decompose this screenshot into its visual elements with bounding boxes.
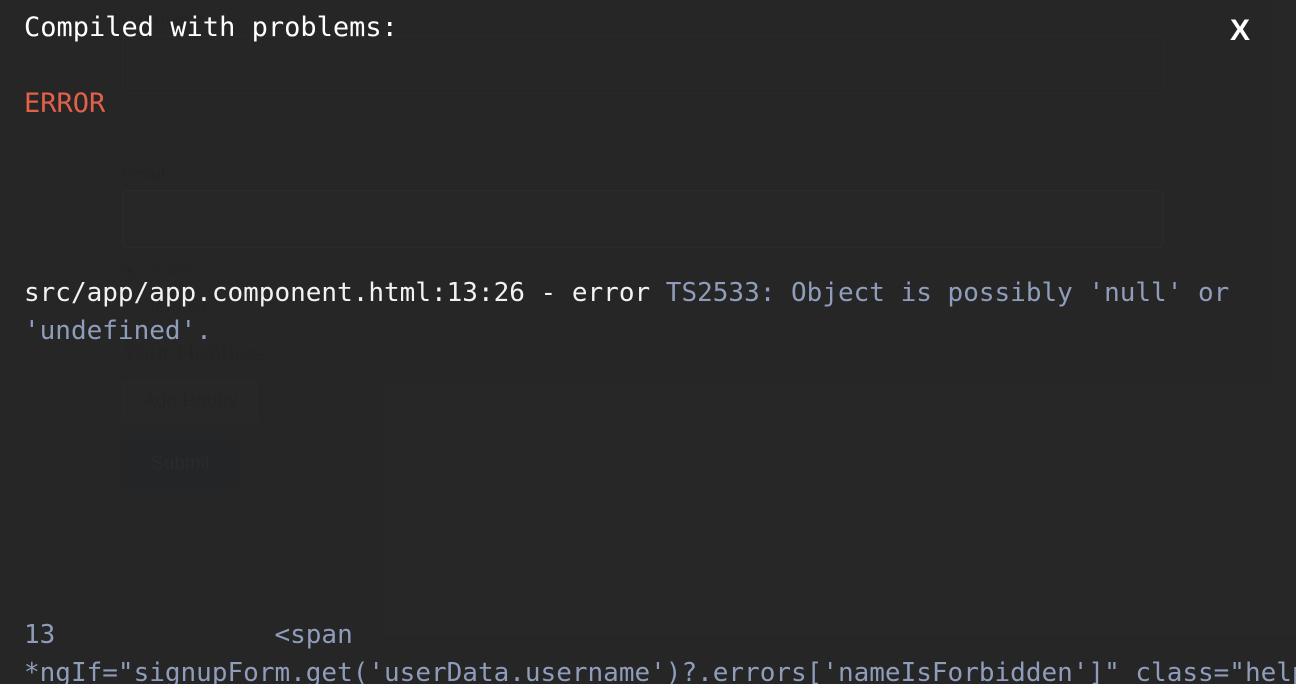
snippet-code: <span *ngIf="signupForm.get('userData.us…	[24, 620, 1296, 684]
snippet-line-number: 13	[24, 620, 56, 650]
error-file-path: src/app/app.component.html:13:26	[24, 278, 525, 308]
overlay-title: Compiled with problems:	[24, 12, 398, 43]
close-icon[interactable]: X	[1230, 16, 1250, 46]
snippet-line: 13 <span *ngIf="signupForm.get('userData…	[24, 616, 1296, 684]
error-severity-badge: ERROR	[24, 88, 106, 119]
error-location-line: src/app/app.component.html:13:26 - error…	[24, 274, 1296, 350]
compile-error-overlay: Compiled with problems: X ERROR src/app/…	[0, 0, 1296, 684]
error-separator: - error	[524, 278, 666, 308]
error-body: src/app/app.component.html:13:26 - error…	[24, 160, 1296, 684]
error-code: TS2533:	[665, 278, 776, 308]
